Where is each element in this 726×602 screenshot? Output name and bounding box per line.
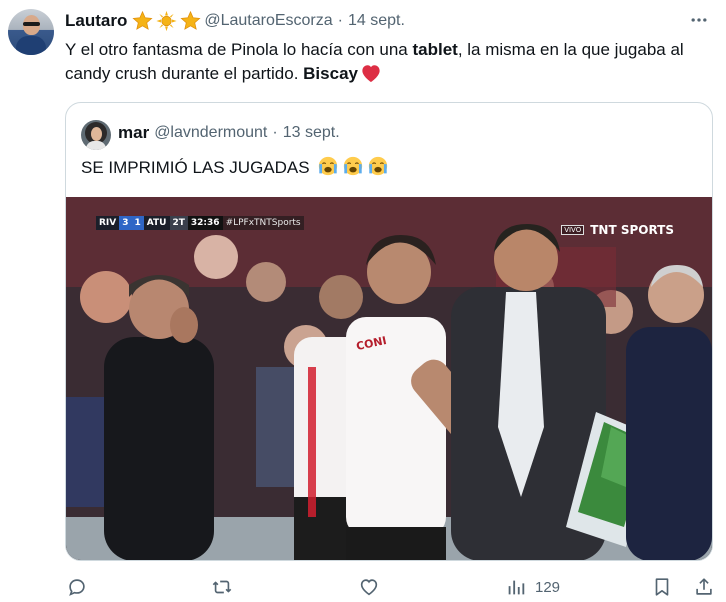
more-options-button[interactable] xyxy=(687,8,711,32)
tweet-text-bold-2: Biscay xyxy=(303,64,358,83)
timestamp[interactable]: 14 sept. xyxy=(348,12,405,30)
star-icon xyxy=(180,10,201,30)
like-button[interactable] xyxy=(358,572,380,602)
live-tag: VIVO xyxy=(561,225,585,235)
quoted-tweet[interactable]: mar @lavndermount · 13 sept. SE IMPRIMIÓ… xyxy=(65,102,713,561)
tweet-text: Y el otro fantasma de Pinola lo hacía co… xyxy=(65,38,715,86)
quoted-separator-dot: · xyxy=(272,124,278,141)
separator-dot: · xyxy=(337,12,343,29)
sun-icon xyxy=(156,10,177,32)
scoreboard: RIV 3 1 ATU 2T 32:36 #LPFxTNTSports xyxy=(96,216,304,230)
tweet-text-bold-1: tablet xyxy=(412,40,458,59)
tweet[interactable]: Lautaro @LautaroEscorza · 14 sept. Y el … xyxy=(0,0,726,602)
away-team: ATU xyxy=(143,216,170,230)
home-team: RIV xyxy=(96,216,120,230)
home-score: 3 xyxy=(119,216,132,230)
bookmark-button[interactable] xyxy=(651,572,673,602)
quoted-avatar-shirt xyxy=(86,141,106,150)
bookmark-icon xyxy=(655,578,669,596)
quoted-avatar-face xyxy=(91,127,102,141)
reply-icon xyxy=(69,579,85,596)
quoted-text-content: SE IMPRIMIÓ LAS JUGADAS xyxy=(81,158,310,177)
name-emoji-badges xyxy=(131,10,202,32)
broadcast-hashtag: #LPFxTNTSports xyxy=(222,216,304,230)
tweet-header: Lautaro @LautaroEscorza · 14 sept. xyxy=(65,10,405,32)
quoted-timestamp[interactable]: 13 sept. xyxy=(283,124,340,142)
red-heart-icon xyxy=(362,65,380,83)
views-button[interactable]: 129 xyxy=(505,572,560,602)
photo-scene xyxy=(66,197,712,560)
channel-watermark: VIVO TNT SPORTS xyxy=(561,223,674,237)
share-icon xyxy=(696,578,712,595)
channel-name: TNT SPORTS xyxy=(590,223,674,237)
loudly-crying-face-icon xyxy=(344,156,363,176)
tweet-actions: 129 xyxy=(0,572,726,602)
more-icon xyxy=(691,18,707,22)
quoted-text: SE IMPRIMIÓ LAS JUGADAS xyxy=(81,155,389,180)
quoted-author-avatar[interactable] xyxy=(81,120,111,150)
retweet-icon xyxy=(212,580,232,594)
loudly-crying-face-icon xyxy=(369,156,388,176)
quoted-handle[interactable]: @lavndermount xyxy=(154,124,267,142)
retweet-button[interactable] xyxy=(211,572,233,602)
match-clock: 32:36 xyxy=(187,216,223,230)
author-avatar[interactable] xyxy=(8,9,54,55)
like-icon xyxy=(360,579,378,596)
tweet-media-photo[interactable]: RIV 3 1 ATU 2T 32:36 #LPFxTNTSports VIVO TNT S… xyxy=(66,197,712,560)
author-handle[interactable]: @LautaroEscorza xyxy=(204,12,332,30)
tweet-text-part-1: Y el otro fantasma de Pinola lo hacía co… xyxy=(65,40,413,59)
author-display-name[interactable]: Lautaro xyxy=(65,11,127,31)
loudly-crying-face-icon xyxy=(319,156,338,176)
avatar-sunglasses xyxy=(23,22,40,26)
quoted-header: mar @lavndermount · 13 sept. xyxy=(118,123,340,143)
avatar-shirt xyxy=(16,36,46,55)
away-score: 1 xyxy=(131,216,144,230)
views-icon xyxy=(508,580,525,595)
share-button[interactable] xyxy=(693,572,715,602)
reply-button[interactable] xyxy=(66,572,88,602)
star-icon xyxy=(132,10,153,30)
quoted-display-name[interactable]: mar xyxy=(118,123,149,143)
match-half: 2T xyxy=(169,216,188,230)
views-count: 129 xyxy=(535,578,561,596)
